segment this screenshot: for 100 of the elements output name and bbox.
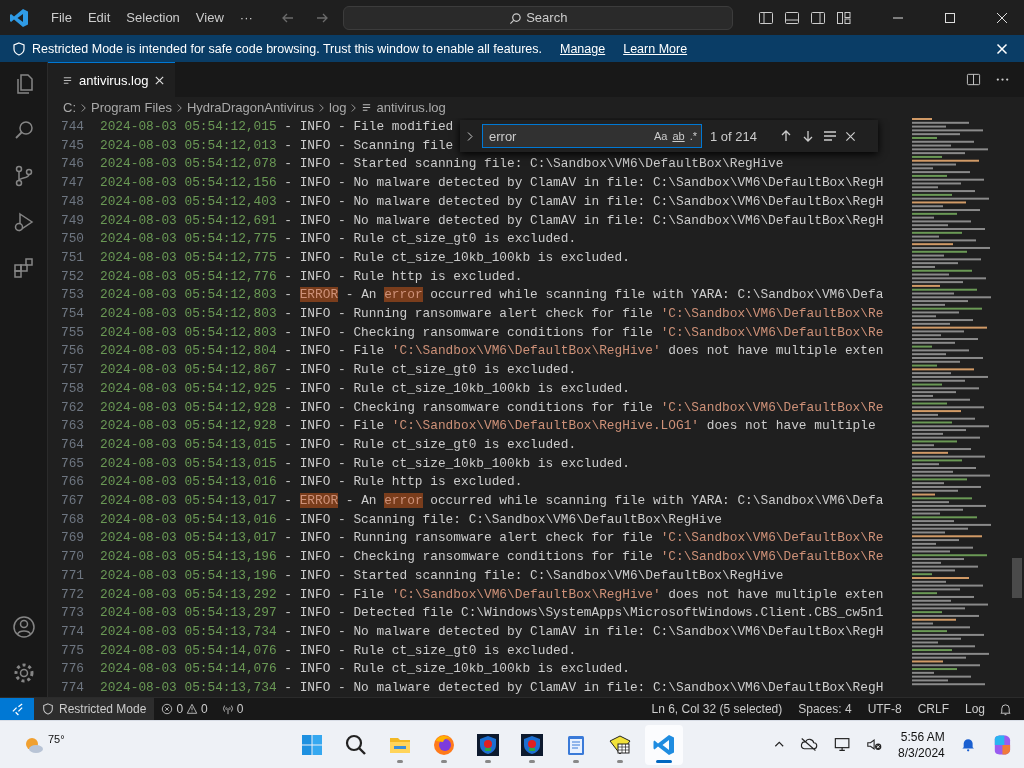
- breadcrumb-item[interactable]: Program Files: [91, 100, 172, 115]
- vscode-logo-icon: [9, 7, 29, 28]
- cloud-off-icon[interactable]: [800, 737, 818, 752]
- warning-icon: [186, 703, 199, 715]
- find-option-toggle[interactable]: ab: [672, 130, 685, 142]
- banner-link[interactable]: Manage: [560, 41, 606, 56]
- line-number: 752: [59, 267, 85, 286]
- line-number: 776: [59, 660, 85, 679]
- panel-toggle-icon[interactable]: [784, 9, 800, 26]
- arrow-down-icon[interactable]: [801, 129, 815, 143]
- close-icon[interactable]: [154, 74, 166, 86]
- clock-date[interactable]: 8/3/2024: [898, 744, 945, 761]
- log-line: 2024-08-03 05:54:13,196 - INFO - Started scanning file: C:\Sandbox\VM6\DefaultBox\RegHive: [100, 566, 784, 585]
- log-line: 2024-08-03 05:54:13,016 - INFO - Rule http is excluded.: [100, 473, 523, 492]
- extensions-icon[interactable]: [11, 256, 36, 280]
- line-number: 753: [59, 286, 85, 305]
- log-line: 2024-08-03 05:54:12,691 - INFO - No malware detected by ClamAV in file: C:\Sandbox\VM6\DefaultBox\RegH: [100, 211, 884, 230]
- maximize-icon[interactable]: [944, 11, 956, 24]
- speaker-muted-icon[interactable]: [865, 737, 883, 752]
- line-number: 768: [59, 510, 85, 529]
- line-number: 751: [59, 248, 85, 267]
- line-number: 756: [59, 342, 85, 361]
- running-indicator: [485, 759, 491, 763]
- line-number: 746: [59, 155, 85, 174]
- file-lines-icon: [62, 74, 73, 86]
- status-item[interactable]: Log: [956, 702, 993, 716]
- arrow-up-icon[interactable]: [779, 129, 793, 143]
- warning-count[interactable]: 0: [201, 702, 208, 716]
- close-icon[interactable]: [845, 130, 856, 142]
- error-count[interactable]: 0: [176, 702, 184, 716]
- close-icon[interactable]: [996, 11, 1008, 24]
- monitor-icon[interactable]: [833, 737, 850, 752]
- chevron-right-icon[interactable]: [466, 130, 474, 142]
- bell-icon[interactable]: [960, 737, 976, 752]
- breadcrumb-item[interactable]: C:: [63, 100, 76, 115]
- log-line: 2024-08-03 05:54:12,867 - INFO - Rule ct_size_gt0 is excluded.: [100, 361, 577, 380]
- secondary-sidebar-icon[interactable]: [810, 9, 826, 26]
- menu-item[interactable]: File: [43, 7, 80, 28]
- line-number: 749: [59, 211, 85, 230]
- clock-time[interactable]: 5:56 AM: [900, 728, 945, 745]
- log-line: 2024-08-03 05:54:13,016 - INFO - Scanning file: C:\Sandbox\VM6\DefaultBox\RegHive: [100, 510, 723, 529]
- log-line: 2024-08-03 05:54:12,775 - INFO - Rule ct_size_gt0 is excluded.: [100, 230, 577, 249]
- menu-item[interactable]: View: [187, 7, 232, 28]
- log-line: 2024-08-03 05:54:12,803 - INFO - Running ransomware alert check for file 'C:\Sandbox\VM6\DefaultBox\Re: [100, 305, 884, 324]
- breadcrumb-item[interactable]: antivirus.log: [376, 100, 446, 115]
- running-indicator: [656, 759, 672, 763]
- log-line: 2024-08-03 05:54:14,076 - INFO - Rule ct_size_gt0 is excluded.: [100, 641, 577, 660]
- temperature[interactable]: 75°: [48, 732, 65, 745]
- chevron-right-icon: [350, 102, 358, 113]
- line-number: 750: [59, 230, 85, 249]
- banner-message: Restricted Mode is intended for safe code browsing. Trust this window to enable all features.: [32, 41, 542, 56]
- log-line: 2024-08-03 05:54:13,734 - INFO - No malware detected by ClamAV in file: C:\Sandbox\VM6\DefaultBox\RegH: [100, 623, 884, 641]
- line-number: 774: [59, 623, 85, 641]
- line-number: 754: [59, 305, 85, 324]
- status-item[interactable]: Ln 6, Col 32 (5 selected): [643, 702, 791, 716]
- breadcrumb-item[interactable]: log: [329, 100, 347, 115]
- log-line: 2024-08-03 05:54:12,013 - INFO - Scanning file: [100, 136, 454, 155]
- running-indicator: [529, 759, 535, 763]
- chevron-up-icon[interactable]: [774, 739, 785, 750]
- running-indicator: [573, 759, 579, 763]
- layout-icon[interactable]: [836, 9, 852, 26]
- breadcrumb-item[interactable]: HydraDragonAntivirus: [186, 100, 315, 115]
- ports-count[interactable]: 0: [236, 702, 244, 716]
- search-field[interactable]: Search: [342, 5, 733, 30]
- find-option-toggle[interactable]: Aa: [653, 130, 668, 142]
- banner-link[interactable]: Learn More: [623, 41, 688, 56]
- split-editor-icon[interactable]: [966, 72, 981, 87]
- status-item[interactable]: CRLF: [909, 702, 957, 716]
- menu-item[interactable]: ···: [231, 7, 261, 28]
- bell-icon[interactable]: [999, 702, 1012, 716]
- file-lines-icon: [361, 102, 373, 113]
- editor-tab[interactable]: antivirus.log: [48, 62, 176, 97]
- log-line: 2024-08-03 05:54:12,775 - INFO - Rule ct_size_10kb_100kb is excluded.: [100, 248, 630, 267]
- find-in-selection-icon[interactable]: [823, 129, 837, 143]
- line-number: 766: [59, 473, 85, 492]
- log-line: 2024-08-03 05:54:12,928 - INFO - Checking ransomware conditions for file 'C:\Sandbox\VM6\DefaultBox\Re: [100, 398, 884, 417]
- sidebar-toggle-icon[interactable]: [758, 9, 774, 26]
- find-option-toggle[interactable]: .*: [689, 130, 697, 142]
- status-item[interactable]: UTF-8: [859, 702, 910, 716]
- log-line: 2024-08-03 05:54:12,928 - INFO - File 'C:\Sandbox\VM6\DefaultBox\RegHive.LOG1' does not have multiple: [100, 417, 876, 436]
- menu-item[interactable]: Selection: [118, 7, 188, 28]
- line-number: 757: [59, 361, 85, 380]
- line-number: 765: [59, 454, 85, 473]
- line-number: 748: [59, 192, 85, 211]
- find-input[interactable]: error Aa ab .*: [482, 124, 702, 148]
- code-app-button[interactable]: [645, 724, 683, 765]
- log-line: 2024-08-03 05:54:12,776 - INFO - Rule http is excluded.: [100, 267, 523, 286]
- account-icon[interactable]: [11, 615, 36, 639]
- ports-icon: [221, 703, 234, 715]
- restricted-mode-status[interactable]: Restricted Mode: [34, 698, 155, 720]
- scrollbar-thumb[interactable]: [1012, 558, 1022, 598]
- status-item[interactable]: Spaces: 4: [790, 702, 860, 716]
- windows-logo-icon: [300, 732, 324, 757]
- line-number: 774: [59, 679, 85, 697]
- browser-globe-icon: [432, 732, 456, 757]
- line-number: 764: [59, 435, 85, 454]
- line-number: 758: [59, 379, 85, 398]
- menu-item[interactable]: Edit: [79, 7, 119, 28]
- remote-button[interactable]: [0, 698, 34, 720]
- line-number: 767: [59, 492, 85, 511]
